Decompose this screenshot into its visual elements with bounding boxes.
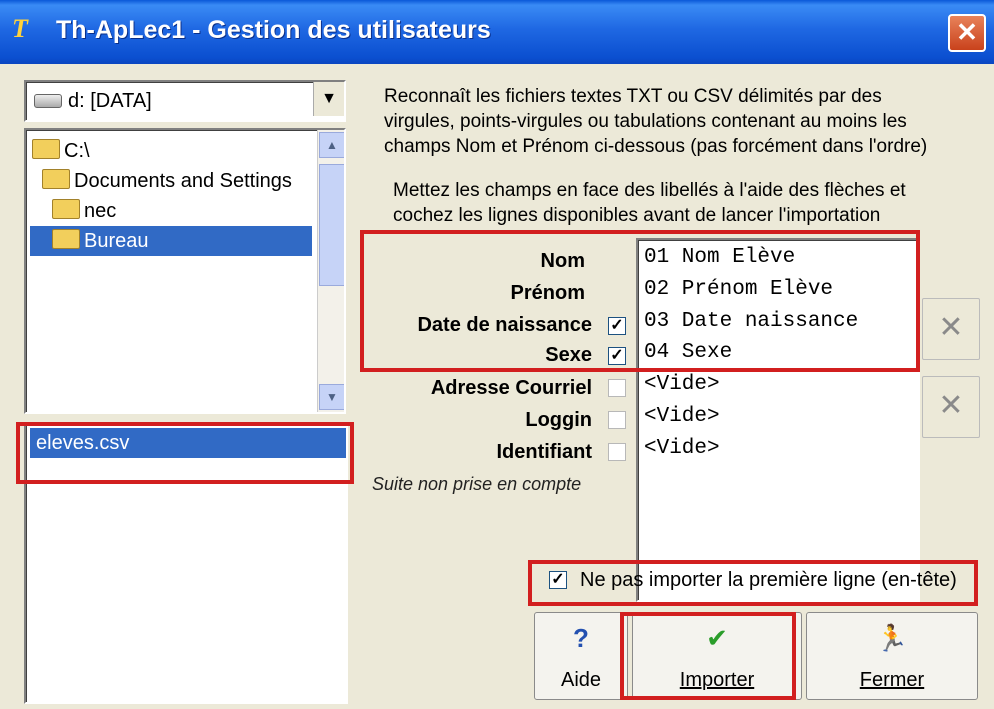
- running-man-icon: 🏃: [875, 623, 909, 653]
- folder-icon: [32, 139, 60, 159]
- folder-icon: [42, 169, 70, 189]
- folder-icon: [52, 229, 80, 249]
- note-text: Suite non prise en compte: [372, 474, 582, 494]
- scroll-down-button[interactable]: ▼: [319, 384, 344, 410]
- highlight-file: [16, 422, 354, 484]
- info-line-3: champs Nom et Prénom ci-dessous (pas for…: [384, 136, 928, 157]
- drive-icon: [34, 94, 62, 108]
- directory-item-bureau[interactable]: Bureau: [30, 226, 312, 256]
- checkbox-adresse-courriel[interactable]: [608, 379, 626, 397]
- close-label: Fermer: [859, 669, 925, 691]
- dialog-window: T Th-ApLec1 - Gestion des utilisateurs ✕…: [0, 0, 994, 709]
- info-line-1: Reconnaît les fichiers textes TXT ou CSV…: [384, 86, 882, 107]
- mapping-item[interactable]: <Vide>: [644, 437, 720, 460]
- directory-item-documents[interactable]: Documents and Settings: [42, 166, 292, 196]
- close-dialog-button[interactable]: 🏃 Fermer: [806, 612, 978, 700]
- scroll-thumb[interactable]: [319, 164, 344, 286]
- highlight-import: [620, 612, 796, 700]
- directory-scrollbar[interactable]: ▲ ▼: [317, 130, 344, 412]
- field-label-identifiant: Identifiant: [496, 441, 592, 463]
- field-label-loggin: Loggin: [525, 409, 592, 431]
- mapping-item[interactable]: <Vide>: [644, 373, 720, 396]
- drive-select[interactable]: d: [DATA] ▼: [24, 80, 346, 122]
- info-line-2: virgules, points-virgules ou tabulations…: [384, 111, 907, 132]
- help-icon: ?: [573, 623, 589, 653]
- info-line-5: cochez les lignes disponibles avant de l…: [393, 205, 881, 226]
- field-label-adresse-courriel: Adresse Courriel: [430, 377, 592, 399]
- app-icon: T: [12, 14, 28, 43]
- checkbox-identifiant[interactable]: [608, 443, 626, 461]
- folder-icon: [52, 199, 80, 219]
- directory-item-nec[interactable]: nec: [52, 196, 116, 226]
- clear-field-button[interactable]: ✕: [922, 376, 980, 438]
- help-label: Aide: [560, 669, 602, 691]
- mapping-item[interactable]: <Vide>: [644, 405, 720, 428]
- help-button[interactable]: ? Aide: [534, 612, 628, 700]
- close-button[interactable]: ✕: [948, 14, 986, 52]
- highlight-skip-header: [528, 560, 978, 606]
- highlight-fields: [360, 230, 920, 372]
- directory-item-c[interactable]: C:\: [32, 136, 90, 166]
- title-bar[interactable]: T Th-ApLec1 - Gestion des utilisateurs ✕: [0, 0, 994, 64]
- checkbox-loggin[interactable]: [608, 411, 626, 429]
- window-title: Th-ApLec1 - Gestion des utilisateurs: [56, 16, 491, 44]
- directory-list[interactable]: C:\ Documents and Settings nec Bureau ▲ …: [24, 128, 346, 414]
- chevron-down-icon[interactable]: ▼: [313, 82, 344, 116]
- drive-label: d: [DATA]: [68, 90, 152, 112]
- info-line-4: Mettez les champs en face des libellés à…: [393, 180, 906, 201]
- clear-field-button[interactable]: ✕: [922, 298, 980, 360]
- scroll-up-button[interactable]: ▲: [319, 132, 344, 158]
